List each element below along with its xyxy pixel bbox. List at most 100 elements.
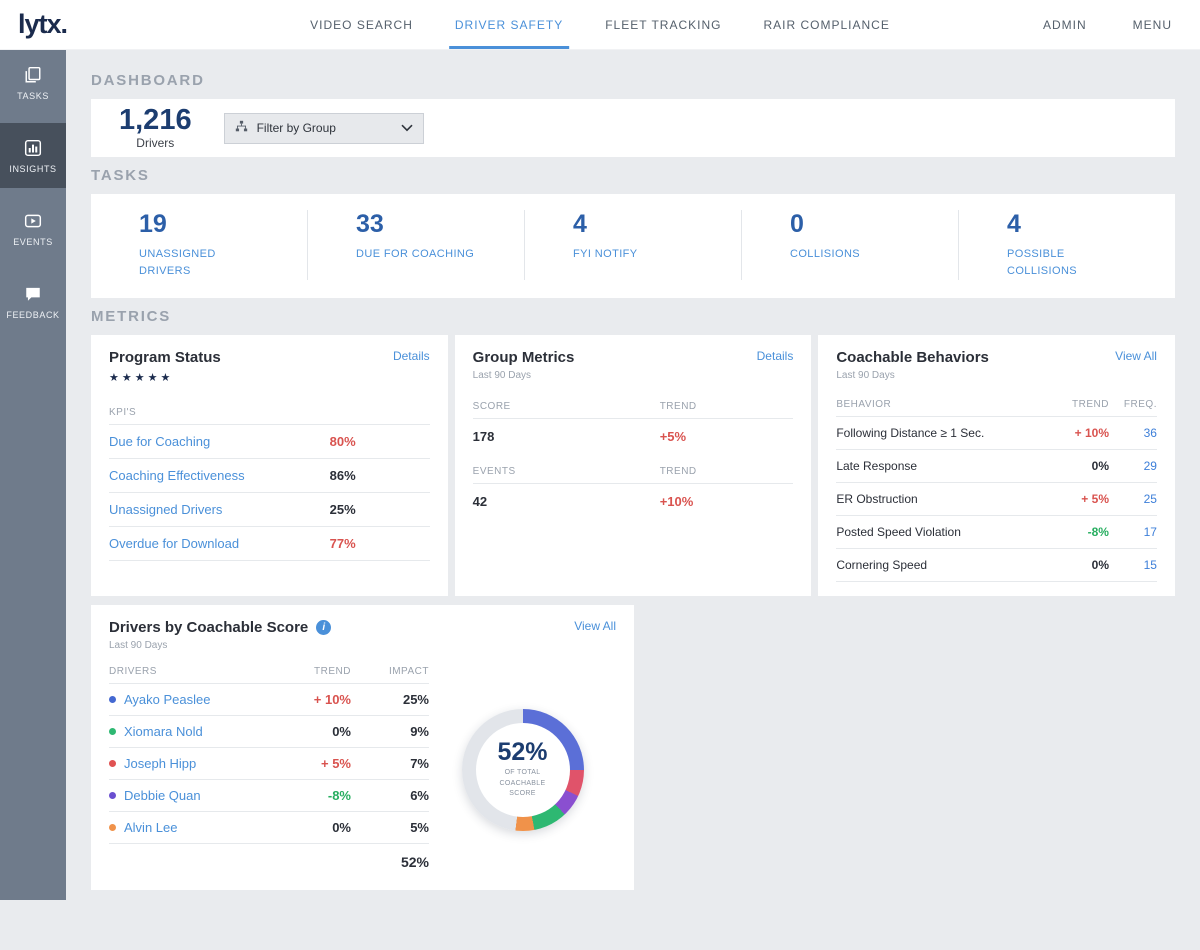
- behavior-freq: 36: [1109, 426, 1157, 440]
- driver-summary-bar: 1,216 Drivers Filter by Group: [91, 99, 1175, 157]
- program-status-details-link[interactable]: Details: [393, 349, 430, 363]
- stat-fyi-notify[interactable]: 4 FYI NOTIFY: [524, 210, 741, 280]
- header-right-nav: ADMIN MENU: [1043, 0, 1172, 50]
- driver-trend: 0%: [279, 820, 351, 835]
- stat-due-for-coaching[interactable]: 33 DUE FOR COACHING: [307, 210, 524, 280]
- drivers-by-score-subtitle: Last 90 Days: [109, 640, 331, 651]
- stat-unassigned-drivers[interactable]: 19 UNASSIGNED DRIVERS: [91, 210, 307, 280]
- driver-dot: [109, 792, 116, 799]
- events-icon: [24, 212, 42, 230]
- kpi-value: 80%: [330, 434, 430, 449]
- events-value: 42: [473, 494, 660, 509]
- drivers-by-score-view-all-link[interactable]: View All: [574, 619, 616, 633]
- drivers-table: DRIVERS TREND IMPACT Ayako Peaslee + 10%…: [109, 659, 429, 880]
- group-metrics-card: Group Metrics Last 90 Days Details SCORE…: [455, 335, 812, 596]
- behavior-row[interactable]: Late Response 0% 29: [836, 450, 1157, 483]
- driver-link[interactable]: Debbie Quan: [109, 788, 279, 803]
- kpi-link[interactable]: Unassigned Drivers: [109, 502, 330, 517]
- nav-admin[interactable]: ADMIN: [1043, 0, 1087, 50]
- nav-rair-compliance[interactable]: RAIR COMPLIANCE: [763, 0, 889, 49]
- driver-impact: 5%: [351, 820, 429, 835]
- filter-by-group-dropdown[interactable]: Filter by Group: [224, 113, 424, 144]
- behaviors-header-row: BEHAVIOR TREND FREQ.: [836, 391, 1157, 417]
- metrics-section-title: METRICS: [91, 308, 1175, 325]
- behavior-row[interactable]: Posted Speed Violation -8% 17: [836, 516, 1157, 549]
- stat-value: 4: [573, 210, 741, 239]
- driver-row: Debbie Quan -8% 6%: [109, 780, 429, 812]
- score-value: 178: [473, 429, 660, 444]
- kpi-row: Unassigned Drivers 25%: [109, 493, 430, 527]
- behavior-trend: 0%: [1043, 459, 1109, 473]
- driver-impact: 9%: [351, 724, 429, 739]
- sidebar-label: FEEDBACK: [6, 310, 59, 320]
- behavior-trend: + 10%: [1043, 426, 1109, 440]
- program-status-title: Program Status: [109, 349, 221, 366]
- nav-menu[interactable]: MENU: [1133, 0, 1172, 50]
- behavior-header: BEHAVIOR: [836, 399, 1043, 410]
- driver-dot: [109, 760, 116, 767]
- stat-value: 0: [790, 210, 958, 239]
- sidebar-item-events[interactable]: EVENTS: [0, 196, 66, 261]
- nav-video-search[interactable]: VIDEO SEARCH: [310, 0, 413, 49]
- coachable-behaviors-view-all-link[interactable]: View All: [1115, 349, 1157, 363]
- driver-name: Alvin Lee: [124, 820, 177, 835]
- info-icon[interactable]: i: [316, 620, 331, 635]
- behavior-row[interactable]: Following Distance ≥ 1 Sec. + 10% 36: [836, 417, 1157, 450]
- kpi-column-header: KPI'S: [109, 400, 430, 425]
- sidebar-label: EVENTS: [13, 237, 53, 247]
- sidebar-item-insights[interactable]: INSIGHTS: [0, 123, 66, 188]
- nav-driver-safety[interactable]: DRIVER SAFETY: [455, 0, 563, 49]
- events-trend-value: +10%: [660, 494, 794, 509]
- driver-link[interactable]: Joseph Hipp: [109, 756, 279, 771]
- stat-label: COLLISIONS: [790, 246, 910, 263]
- behavior-row[interactable]: Cornering Speed 0% 15: [836, 549, 1157, 582]
- kpi-row: Due for Coaching 80%: [109, 425, 430, 459]
- stat-label: DUE FOR COACHING: [356, 246, 476, 263]
- group-metrics-details-link[interactable]: Details: [757, 349, 794, 363]
- sidebar-label: TASKS: [17, 91, 49, 101]
- driver-dot: [109, 728, 116, 735]
- kpi-link[interactable]: Due for Coaching: [109, 434, 330, 449]
- main-content: DASHBOARD 1,216 Drivers Filter by Group: [66, 50, 1200, 900]
- driver-name: Xiomara Nold: [124, 724, 203, 739]
- sidebar-item-feedback[interactable]: FEEDBACK: [0, 269, 66, 334]
- sidebar-item-tasks[interactable]: TASKS: [0, 50, 66, 115]
- kpi-value: 25%: [330, 502, 430, 517]
- behavior-name: Cornering Speed: [836, 558, 1043, 572]
- impact-header: IMPACT: [351, 666, 429, 677]
- driver-link[interactable]: Xiomara Nold: [109, 724, 279, 739]
- kpi-link[interactable]: Coaching Effectiveness: [109, 468, 330, 483]
- lytx-logo[interactable]: lytx.: [18, 9, 67, 40]
- stat-possible-collisions[interactable]: 4 POSSIBLE COLLISIONS: [958, 210, 1175, 280]
- stat-value: 19: [139, 210, 307, 239]
- rating-stars-icon: ★★★★★: [109, 371, 430, 384]
- trend-header: TREND: [660, 466, 794, 477]
- nav-fleet-tracking[interactable]: FLEET TRACKING: [605, 0, 721, 49]
- events-header: EVENTS: [473, 466, 660, 477]
- driver-link[interactable]: Ayako Peaslee: [109, 692, 279, 707]
- behavior-trend: 0%: [1043, 558, 1109, 572]
- driver-dot: [109, 696, 116, 703]
- driver-row: Xiomara Nold 0% 9%: [109, 716, 429, 748]
- insights-icon: [24, 139, 42, 157]
- driver-link[interactable]: Alvin Lee: [109, 820, 279, 835]
- stat-value: 33: [356, 210, 524, 239]
- behavior-freq: 29: [1109, 459, 1157, 473]
- donut-center-label: OF TOTAL COACHABLE SCORE: [493, 768, 553, 798]
- kpi-value: 86%: [330, 468, 430, 483]
- behavior-freq: 17: [1109, 525, 1157, 539]
- coachable-score-donut-chart: 52% OF TOTAL COACHABLE SCORE: [462, 709, 584, 831]
- group-metrics-subtitle: Last 90 Days: [473, 370, 575, 381]
- kpi-link[interactable]: Overdue for Download: [109, 536, 330, 551]
- driver-impact: 7%: [351, 756, 429, 771]
- stat-collisions[interactable]: 0 COLLISIONS: [741, 210, 958, 280]
- drivers-by-coachable-score-card: Drivers by Coachable Score i Last 90 Day…: [91, 605, 634, 890]
- score-trend-value: +5%: [660, 429, 794, 444]
- behavior-trend: + 5%: [1043, 492, 1109, 506]
- driver-name: Debbie Quan: [124, 788, 201, 803]
- sidebar-label: INSIGHTS: [9, 164, 56, 174]
- drivers-header-row: DRIVERS TREND IMPACT: [109, 659, 429, 684]
- kpi-value: 77%: [330, 536, 430, 551]
- behavior-row[interactable]: ER Obstruction + 5% 25: [836, 483, 1157, 516]
- coachable-behaviors-title: Coachable Behaviors: [836, 349, 989, 366]
